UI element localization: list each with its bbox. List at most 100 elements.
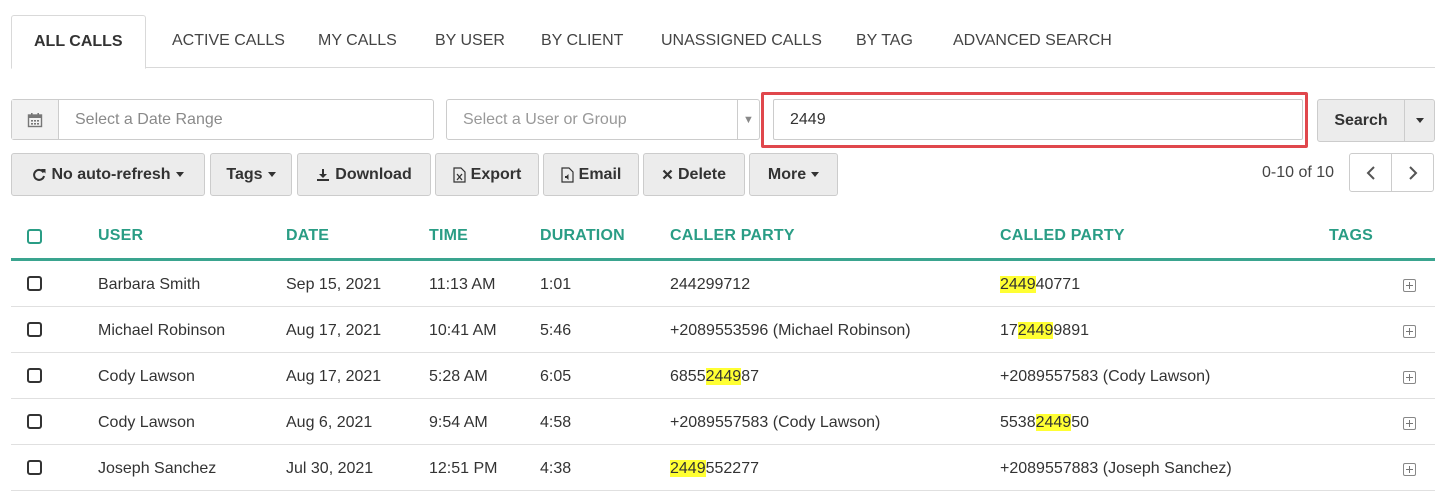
cell-time: 11:13 AM <box>429 276 496 293</box>
caret-down-icon <box>1415 118 1424 123</box>
select-all-checkbox[interactable] <box>27 229 42 244</box>
auto-refresh-label: No auto-refresh <box>51 165 171 183</box>
calls-table: USER DATE TIME DURATION CALLER PARTY CAL… <box>11 214 1435 491</box>
excel-file-icon <box>453 166 466 183</box>
add-tag-icon[interactable] <box>1403 279 1416 292</box>
tab-by-user[interactable]: BY USER <box>413 15 527 68</box>
date-range-picker <box>11 99 434 140</box>
cell-user: Cody Lawson <box>98 414 195 431</box>
calendar-icon[interactable] <box>12 100 59 139</box>
cell-user: Barbara Smith <box>98 276 201 293</box>
cell-time: 12:51 PM <box>429 460 498 477</box>
export-button[interactable]: Export <box>435 153 539 196</box>
next-page-button[interactable] <box>1391 153 1434 192</box>
tab-by-client[interactable]: BY CLIENT <box>519 15 645 68</box>
cell-caller-party: 6855244987 <box>670 368 759 385</box>
nav-tabs: ALL CALLS ACTIVE CALLS MY CALLS BY USER … <box>11 15 1435 69</box>
cell-duration: 1:01 <box>540 276 572 293</box>
cell-duration: 4:38 <box>540 460 572 477</box>
cell-called-party: 5538244950 <box>1000 414 1089 431</box>
table-row[interactable]: Cody Lawson Aug 17, 2021 5:28 AM 6:05 68… <box>11 353 1435 399</box>
chevron-left-icon <box>1366 165 1375 180</box>
tab-advanced-search[interactable]: ADVANCED SEARCH <box>931 15 1134 68</box>
tab-by-tag[interactable]: BY TAG <box>834 15 935 68</box>
row-checkbox[interactable] <box>27 276 42 291</box>
download-icon <box>316 168 330 182</box>
column-header-called-party[interactable]: CALLED PARTY <box>1000 227 1125 245</box>
column-header-caller-party[interactable]: CALLER PARTY <box>670 227 795 245</box>
date-range-input[interactable] <box>59 100 433 139</box>
delete-button[interactable]: Delete <box>643 153 745 196</box>
row-checkbox[interactable] <box>27 368 42 383</box>
download-button[interactable]: Download <box>297 153 431 196</box>
chevron-right-icon <box>1408 165 1417 180</box>
cell-time: 9:54 AM <box>429 414 488 431</box>
search-options-dropdown[interactable] <box>1404 99 1435 142</box>
cell-time: 10:41 AM <box>429 322 497 339</box>
cell-duration: 5:46 <box>540 322 572 339</box>
column-header-time[interactable]: TIME <box>429 227 468 245</box>
cell-duration: 6:05 <box>540 368 572 385</box>
tab-all-calls[interactable]: ALL CALLS <box>11 15 146 69</box>
cell-user: Cody Lawson <box>98 368 195 385</box>
column-header-duration[interactable]: DURATION <box>540 227 625 245</box>
email-label: Email <box>578 165 622 183</box>
column-header-tags[interactable]: TAGS <box>1329 227 1373 245</box>
tags-label: Tags <box>226 165 263 183</box>
add-tag-icon[interactable] <box>1403 371 1416 384</box>
table-row[interactable]: Michael Robinson Aug 17, 2021 10:41 AM 5… <box>11 307 1435 353</box>
tab-my-calls[interactable]: MY CALLS <box>296 15 419 68</box>
cell-called-party: +2089557583 (Cody Lawson) <box>1000 368 1211 385</box>
column-header-date[interactable]: DATE <box>286 227 329 245</box>
add-tag-icon[interactable] <box>1403 325 1416 338</box>
add-tag-icon[interactable] <box>1403 417 1416 430</box>
audio-file-icon <box>561 166 574 183</box>
cell-date: Aug 6, 2021 <box>286 414 373 431</box>
add-tag-icon[interactable] <box>1403 463 1416 476</box>
cell-user: Michael Robinson <box>98 322 226 339</box>
cell-date: Jul 30, 2021 <box>286 460 374 477</box>
table-row[interactable]: Barbara Smith Sep 15, 2021 11:13 AM 1:01… <box>11 261 1435 307</box>
cell-caller-party: +2089557583 (Cody Lawson) <box>670 414 881 431</box>
export-label: Export <box>470 165 522 183</box>
table-header: USER DATE TIME DURATION CALLER PARTY CAL… <box>11 214 1435 261</box>
row-checkbox[interactable] <box>27 414 42 429</box>
search-input[interactable] <box>773 99 1303 140</box>
email-button[interactable]: Email <box>543 153 639 196</box>
cell-time: 5:28 AM <box>429 368 488 385</box>
cell-duration: 4:58 <box>540 414 572 431</box>
previous-page-button[interactable] <box>1349 153 1392 192</box>
close-icon <box>662 169 673 180</box>
tags-button[interactable]: Tags <box>210 153 292 196</box>
tab-unassigned-calls[interactable]: UNASSIGNED CALLS <box>639 15 844 68</box>
auto-refresh-button[interactable]: No auto-refresh <box>11 153 205 196</box>
cell-date: Sep 15, 2021 <box>286 276 382 293</box>
user-group-placeholder: Select a User or Group <box>463 110 627 128</box>
cell-date: Aug 17, 2021 <box>286 322 382 339</box>
more-button[interactable]: More <box>749 153 838 196</box>
row-checkbox[interactable] <box>27 322 42 337</box>
cell-called-party: 1724499891 <box>1000 322 1089 339</box>
chevron-down-icon[interactable]: ▼ <box>737 100 759 139</box>
refresh-icon <box>32 168 46 182</box>
tab-active-calls[interactable]: ACTIVE CALLS <box>150 15 307 68</box>
delete-label: Delete <box>677 165 727 183</box>
table-row[interactable]: Joseph Sanchez Jul 30, 2021 12:51 PM 4:3… <box>11 445 1435 491</box>
pagination-summary: 0-10 of 10 <box>1262 164 1335 181</box>
cell-called-party: 244940771 <box>1000 276 1081 293</box>
caret-down-icon <box>811 172 820 177</box>
cell-caller-party: 2449552277 <box>670 460 759 477</box>
caret-down-icon <box>175 172 184 177</box>
search-button[interactable]: Search <box>1317 99 1405 142</box>
more-label: More <box>767 165 807 183</box>
row-checkbox[interactable] <box>27 460 42 475</box>
column-header-user[interactable]: USER <box>98 227 143 245</box>
cell-called-party: +2089557883 (Joseph Sanchez) <box>1000 460 1232 477</box>
cell-caller-party: 244299712 <box>670 276 751 293</box>
cell-caller-party: +2089553596 (Michael Robinson) <box>670 322 911 339</box>
table-row[interactable]: Cody Lawson Aug 6, 2021 9:54 AM 4:58 +20… <box>11 399 1435 445</box>
caret-down-icon <box>267 172 276 177</box>
download-label: Download <box>335 165 412 183</box>
user-group-select[interactable]: Select a User or Group ▼ <box>446 99 760 140</box>
cell-date: Aug 17, 2021 <box>286 368 382 385</box>
